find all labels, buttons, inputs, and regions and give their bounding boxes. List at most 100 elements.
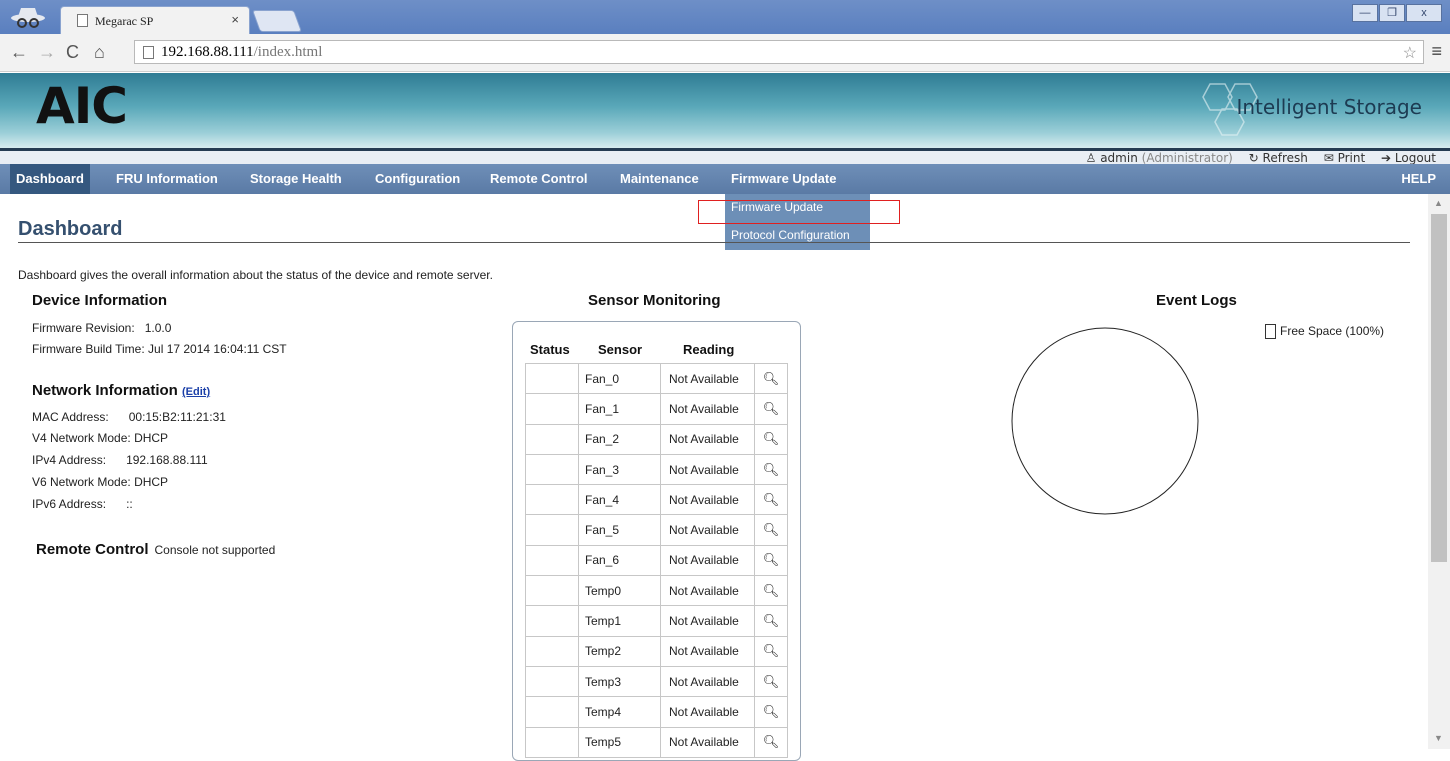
tab-title: Megarac SP — [95, 14, 154, 28]
sensor-status-cell — [525, 726, 579, 758]
sensor-reading-cell: Not Available — [660, 393, 755, 425]
dropdown-item-protocol-configuration[interactable]: Protocol Configuration — [725, 222, 870, 250]
scroll-up-icon[interactable]: ▲ — [1434, 198, 1443, 208]
back-icon[interactable]: ← — [10, 42, 28, 63]
event-logs-heading: Event Logs — [1156, 292, 1237, 309]
sensor-reading-cell: Not Available — [660, 544, 755, 577]
magnifier-icon[interactable]: 🔍︎ — [754, 423, 788, 455]
nav-configuration[interactable]: Configuration — [375, 171, 460, 186]
table-row: Fan_6 Not Available 🔍︎ — [525, 544, 788, 577]
title-divider — [18, 242, 1410, 243]
forward-icon[interactable]: → — [38, 42, 56, 63]
url-text: 192.168.88.111/index.html — [161, 44, 322, 61]
new-tab-button[interactable] — [251, 10, 303, 32]
page-icon — [77, 14, 88, 27]
sensor-reading-cell: Not Available — [660, 453, 755, 486]
refresh-icon: ↻ — [1248, 151, 1259, 165]
table-row: Temp1 Not Available 🔍︎ — [525, 605, 788, 637]
print-icon: ✉ — [1323, 151, 1334, 165]
table-row: Fan_4 Not Available 🔍︎ — [525, 484, 788, 516]
tab-close-icon[interactable]: × — [231, 12, 239, 27]
home-icon[interactable]: ⌂ — [94, 42, 105, 63]
edit-network-link[interactable]: (Edit) — [182, 386, 210, 398]
scroll-down-icon[interactable]: ▼ — [1434, 733, 1443, 743]
ipv6-address: IPv6 Address: :: — [32, 497, 133, 511]
sensor-status-cell — [525, 514, 579, 546]
magnifier-icon[interactable]: 🔍︎ — [754, 514, 788, 546]
magnifier-icon[interactable]: 🔍︎ — [754, 726, 788, 758]
sensor-name-cell: Temp4 — [578, 696, 661, 728]
device-info-heading: Device Information — [32, 292, 168, 309]
table-row: Fan_2 Not Available 🔍︎ — [525, 423, 788, 455]
magnifier-icon[interactable]: 🔍︎ — [754, 393, 788, 425]
nav-dashboard[interactable]: Dashboard — [10, 164, 90, 194]
magnifier-icon[interactable]: 🔍︎ — [754, 665, 788, 698]
magnifier-icon[interactable]: 🔍︎ — [754, 362, 788, 395]
magnifier-icon[interactable]: 🔍︎ — [754, 635, 788, 667]
sensor-name-cell: Temp1 — [578, 605, 661, 637]
mac-address: MAC Address: 00:15:B2:11:21:31 — [32, 410, 226, 424]
sensor-reading-cell: Not Available — [660, 605, 755, 637]
chrome-menu-icon[interactable]: ≡ — [1431, 41, 1442, 62]
sensor-name-cell: Fan_2 — [578, 423, 661, 455]
magnifier-icon[interactable]: 🔍︎ — [754, 484, 788, 516]
magnifier-icon[interactable]: 🔍︎ — [754, 696, 788, 728]
nav-storage-health[interactable]: Storage Health — [250, 171, 342, 186]
refresh-link[interactable]: ↻ Refresh — [1249, 151, 1308, 165]
sensor-name-cell: Temp5 — [578, 726, 661, 758]
magnifier-icon[interactable]: 🔍︎ — [754, 544, 788, 577]
sensor-reading-cell: Not Available — [660, 635, 755, 667]
nav-fru-information[interactable]: FRU Information — [116, 171, 218, 186]
sensor-status-cell — [525, 544, 579, 577]
vertical-scrollbar[interactable]: ▲ ▼ — [1428, 194, 1450, 749]
close-window-button[interactable]: x — [1406, 4, 1442, 22]
table-row: Fan_1 Not Available 🔍︎ — [525, 393, 788, 425]
minimize-button[interactable]: — — [1352, 4, 1378, 22]
magnifier-icon[interactable]: 🔍︎ — [754, 575, 788, 607]
sensor-reading-cell: Not Available — [660, 484, 755, 516]
user-bar: ♙ admin (Administrator) ↻ Refresh ✉ Prin… — [0, 148, 1450, 165]
maximize-button[interactable]: ❐ — [1379, 4, 1405, 22]
table-row: Fan_5 Not Available 🔍︎ — [525, 514, 788, 546]
firmware-build-time: Firmware Build Time: Jul 17 2014 16:04:1… — [32, 342, 287, 356]
sensor-name-cell: Temp0 — [578, 575, 661, 607]
sensor-status-cell — [525, 665, 579, 698]
nav-maintenance[interactable]: Maintenance — [620, 171, 699, 186]
logout-link[interactable]: ➔ Logout — [1381, 151, 1436, 165]
sensor-status-cell — [525, 635, 579, 667]
aic-logo: AIC — [36, 77, 128, 135]
sensor-name-cell: Fan_0 — [578, 362, 661, 395]
table-row: Temp3 Not Available 🔍︎ — [525, 665, 788, 698]
magnifier-icon[interactable]: 🔍︎ — [754, 453, 788, 486]
page-icon — [143, 46, 154, 59]
sensor-name-cell: Fan_3 — [578, 453, 661, 486]
nav-help[interactable]: HELP — [1401, 171, 1436, 186]
pie-legend: Free Space (100%) — [1265, 324, 1384, 340]
sensor-name-cell: Fan_5 — [578, 514, 661, 546]
reload-icon[interactable]: C — [66, 42, 79, 63]
magnifier-icon[interactable]: 🔍︎ — [754, 605, 788, 637]
print-link[interactable]: ✉ Print — [1324, 151, 1366, 165]
column-sensor: Sensor — [598, 342, 643, 357]
address-bar[interactable]: 192.168.88.111/index.html ☆ — [134, 40, 1424, 64]
user-icon: ♙ — [1085, 151, 1097, 165]
v4-network-mode: V4 Network Mode: DHCP — [32, 431, 169, 445]
network-info-heading: Network Information (Edit) — [32, 382, 211, 399]
bookmark-star-icon[interactable]: ☆ — [1403, 43, 1417, 63]
table-row: Fan_0 Not Available 🔍︎ — [525, 362, 788, 395]
sensor-status-cell — [525, 362, 579, 395]
scrollbar-thumb[interactable] — [1431, 214, 1447, 562]
nav-firmware-update[interactable]: Firmware Update — [731, 171, 836, 186]
sensor-reading-cell: Not Available — [660, 575, 755, 607]
nav-remote-control[interactable]: Remote Control — [490, 171, 588, 186]
url-host: 192.168.88.111 — [161, 44, 254, 60]
highlight-box — [698, 200, 900, 224]
page-description: Dashboard gives the overall information … — [18, 268, 493, 282]
table-row: Temp2 Not Available 🔍︎ — [525, 635, 788, 667]
sensor-name-cell: Fan_1 — [578, 393, 661, 425]
sensor-monitoring-heading: Sensor Monitoring — [588, 292, 721, 309]
sensor-name-cell: Fan_4 — [578, 484, 661, 516]
incognito-icon — [11, 8, 45, 28]
browser-tab[interactable]: Megarac SP × — [60, 6, 250, 34]
firmware-revision: Firmware Revision: 1.0.0 — [32, 321, 172, 335]
